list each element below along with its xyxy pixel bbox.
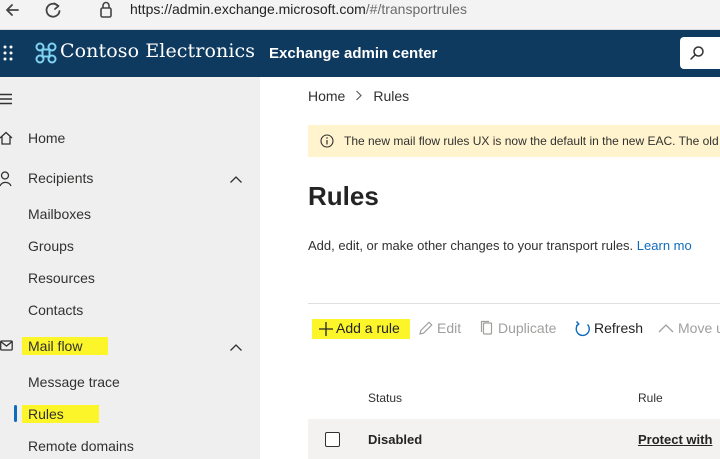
move-up-label: Move u [678,320,720,336]
sidebar-item-recipients[interactable]: Recipients [0,164,260,192]
sidebar-item-label: Message trace [28,374,120,390]
sidebar: Home Recipients Mailboxes Groups Resourc… [0,77,260,459]
add-rule-button[interactable]: Add a rule [312,315,414,343]
sidebar-item-mail-flow[interactable]: Mail flow [0,332,260,360]
info-icon [320,134,334,151]
breadcrumb: Home Rules [308,88,409,104]
app-header: Contoso Electronics Exchange admin cente… [0,30,720,77]
chevron-up-icon[interactable] [229,172,243,188]
edit-button[interactable]: Edit [418,315,468,343]
url-host: https://admin.exchange.microsoft.com [130,1,366,17]
toolbar-divider [308,303,720,304]
move-up-button[interactable]: Move u [657,315,720,343]
description-text: Add, edit, or make other changes to your… [308,238,637,253]
back-arrow-icon[interactable] [2,0,24,22]
cell-rule-link[interactable]: Protect with [638,432,712,447]
info-banner: The new mail flow rules UX is now the de… [308,125,720,157]
pencil-icon [419,321,433,335]
sidebar-item-label: Remote domains [28,438,134,454]
sidebar-item-home[interactable]: Home [0,124,260,152]
column-header-status[interactable]: Status [368,391,402,405]
sidebar-item-label: Resources [28,270,95,286]
sidebar-item-label: Groups [28,238,74,254]
sidebar-item-label: Rules [28,406,64,422]
column-header-rule[interactable]: Rule [638,391,663,405]
address-url[interactable]: https://admin.exchange.microsoft.com/#/t… [130,1,467,17]
app-launcher-waffle-icon[interactable] [2,44,14,62]
add-rule-label: Add a rule [336,320,400,336]
edit-label: Edit [437,320,462,336]
cell-status: Disabled [368,432,423,447]
chevron-up-icon [658,324,674,333]
sidebar-item-rules[interactable]: Rules [0,400,260,428]
plus-icon [319,322,333,336]
org-name[interactable]: Contoso Electronics [60,40,255,62]
sidebar-item-mailboxes[interactable]: Mailboxes [0,200,260,228]
duplicate-label: Duplicate [498,320,557,336]
sidebar-item-label: Contacts [28,302,84,318]
home-icon [0,131,14,148]
table-row[interactable]: Disabled Protect with [308,419,720,459]
chevron-right-icon [355,88,363,104]
person-icon [0,171,14,190]
breadcrumb-home[interactable]: Home [308,88,345,104]
app-title: Exchange admin center [269,45,438,62]
search-icon [690,46,704,60]
page-description: Add, edit, or make other changes to your… [308,238,692,253]
url-path: /#/transportrules [365,1,467,17]
sidebar-item-label: Mailboxes [28,206,92,222]
search-box[interactable] [680,37,720,69]
refresh-icon [575,321,590,337]
sidebar-item-groups[interactable]: Groups [0,232,260,260]
learn-more-link[interactable]: Learn mo [637,238,692,253]
row-checkbox[interactable] [325,432,340,447]
page-title: Rules [308,181,379,211]
mail-icon [0,339,14,355]
sidebar-item-remote-domains[interactable]: Remote domains [0,432,260,459]
contoso-logo-icon [34,41,58,65]
hamburger-menu-icon[interactable] [0,91,14,105]
browser-address-bar: https://admin.exchange.microsoft.com/#/t… [0,0,720,30]
banner-text: The new mail flow rules UX is now the de… [344,134,720,148]
table-header: Status Rule [308,383,720,419]
breadcrumb-current: Rules [373,88,410,104]
sidebar-item-resources[interactable]: Resources [0,264,260,292]
duplicate-button[interactable]: Duplicate [479,315,569,343]
sidebar-item-label: Home [28,130,66,146]
sidebar-item-label: Recipients [28,170,94,186]
refresh-button[interactable]: Refresh [574,315,646,343]
chevron-up-icon[interactable] [229,340,243,356]
sidebar-item-label: Mail flow [28,338,83,354]
selected-indicator [14,405,17,422]
refresh-label: Refresh [594,320,644,336]
sidebar-item-message-trace[interactable]: Message trace [0,368,260,396]
refresh-page-icon[interactable] [42,0,64,22]
command-bar: Add a rule Edit Duplicate Refresh Move u [308,315,720,343]
copy-icon [480,320,493,335]
sidebar-item-contacts[interactable]: Contacts [0,296,260,324]
main-content: Home Rules The new mail flow rules UX is … [260,77,720,459]
lock-icon[interactable] [98,1,114,19]
